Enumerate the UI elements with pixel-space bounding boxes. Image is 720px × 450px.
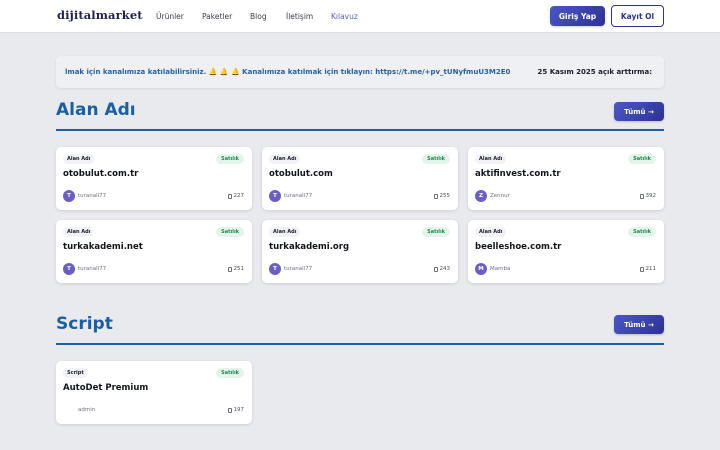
category-badge: Alan Adı [475, 227, 507, 237]
listing-card[interactable]: Alan Adı Satılık otobulut.com T turanali… [262, 147, 458, 210]
seller-avatar [63, 404, 75, 416]
listing-card[interactable]: Alan Adı Satılık otobulut.com.tr T turan… [56, 147, 252, 210]
nav-link-urunler[interactable]: Ürünler [156, 12, 184, 21]
seller-name[interactable]: turanali77 [78, 193, 106, 199]
site-logo[interactable]: dijitalmarket [57, 8, 143, 22]
section-title-script: Script [56, 314, 113, 334]
view-count: 211 [639, 266, 657, 272]
category-badge: Alan Adı [63, 154, 95, 164]
eye-icon [433, 193, 438, 199]
status-badge: Satılık [422, 154, 450, 164]
nav-link-iletisim[interactable]: İletişim [286, 12, 313, 21]
seller-avatar: M [475, 263, 487, 275]
view-count: 255 [433, 193, 451, 199]
seller-name[interactable]: turanali77 [78, 266, 106, 272]
seller-name[interactable]: turanali77 [284, 193, 312, 199]
status-badge: Satılık [628, 154, 656, 164]
category-badge: Alan Adı [63, 227, 95, 237]
view-count-value: 251 [233, 266, 245, 272]
eye-icon [227, 266, 232, 272]
seller-avatar: Z [475, 190, 487, 202]
seller-name[interactable]: Mamba [490, 266, 510, 272]
status-badge: Satılık [216, 368, 244, 378]
seller-name[interactable]: turanali77 [284, 266, 312, 272]
seller-name[interactable]: Zennur [490, 193, 510, 199]
listing-title[interactable]: beelleshoe.com.tr [475, 242, 561, 252]
eye-icon [227, 193, 232, 199]
view-count-value: 243 [439, 266, 451, 272]
listing-title[interactable]: turkakademi.net [63, 242, 143, 252]
category-badge: Alan Adı [269, 154, 301, 164]
eye-icon [433, 266, 438, 272]
status-badge: Satılık [628, 227, 656, 237]
eye-icon [227, 407, 232, 413]
listing-title[interactable]: AutoDet Premium [63, 383, 148, 393]
listing-card[interactable]: Script Satılık AutoDet Premium admin 197 [56, 361, 252, 424]
nav-link-blog[interactable]: Blog [250, 12, 267, 21]
status-badge: Satılık [422, 227, 450, 237]
status-badge: Satılık [216, 154, 244, 164]
status-badge: Satılık [216, 227, 244, 237]
login-button[interactable]: Giriş Yap [550, 6, 605, 26]
view-all-alan-adi-button[interactable]: Tümü → [614, 102, 664, 121]
register-button[interactable]: Kayıt Ol [611, 5, 664, 27]
auction-date-text: 25 Kasım 2025 açık arttırma: [531, 68, 652, 76]
view-count-value: 227 [233, 193, 245, 199]
section-divider [56, 129, 664, 131]
view-count-value: 211 [645, 266, 657, 272]
eye-icon [639, 266, 644, 272]
listing-title[interactable]: aktifinvest.com.tr [475, 169, 561, 179]
view-count-value: 392 [645, 193, 657, 199]
listing-card[interactable]: Alan Adı Satılık turkakademi.org T turan… [262, 220, 458, 283]
category-badge: Alan Adı [475, 154, 507, 164]
listing-title[interactable]: turkakademi.org [269, 242, 349, 252]
view-count: 227 [227, 193, 245, 199]
listing-title[interactable]: otobulut.com.tr [63, 169, 138, 179]
view-count: 392 [639, 193, 657, 199]
eye-icon [639, 193, 644, 199]
nav-link-kilavuz[interactable]: Kılavuz [331, 12, 358, 21]
seller-avatar: T [269, 263, 281, 275]
section-divider [56, 343, 664, 345]
view-count-value: 197 [233, 407, 245, 413]
top-navbar: dijitalmarket Ürünler Paketler Blog İlet… [0, 0, 720, 33]
view-count-value: 255 [439, 193, 451, 199]
category-badge: Script [63, 368, 88, 378]
nav-link-paketler[interactable]: Paketler [202, 12, 232, 21]
seller-name[interactable]: admin [78, 407, 95, 413]
listing-title[interactable]: otobulut.com [269, 169, 333, 179]
seller-avatar: T [63, 263, 75, 275]
category-badge: Alan Adı [269, 227, 301, 237]
listing-card[interactable]: Alan Adı Satılık aktifinvest.com.tr Z Ze… [468, 147, 664, 210]
view-count: 197 [227, 407, 245, 413]
view-all-script-button[interactable]: Tümü → [614, 315, 664, 334]
view-count: 243 [433, 266, 451, 272]
listing-card[interactable]: Alan Adı Satılık beelleshoe.com.tr M Mam… [468, 220, 664, 283]
seller-avatar: T [269, 190, 281, 202]
listing-card[interactable]: Alan Adı Satılık turkakademi.net T turan… [56, 220, 252, 283]
seller-avatar: T [63, 190, 75, 202]
announcement-bar: lmak için kanalımıza katılabilirsiniz. 🔔… [56, 56, 664, 88]
section-title-alan-adi: Alan Adı [56, 100, 136, 120]
view-count: 251 [227, 266, 245, 272]
announcement-marquee[interactable]: lmak için kanalımıza katılabilirsiniz. 🔔… [65, 68, 510, 76]
